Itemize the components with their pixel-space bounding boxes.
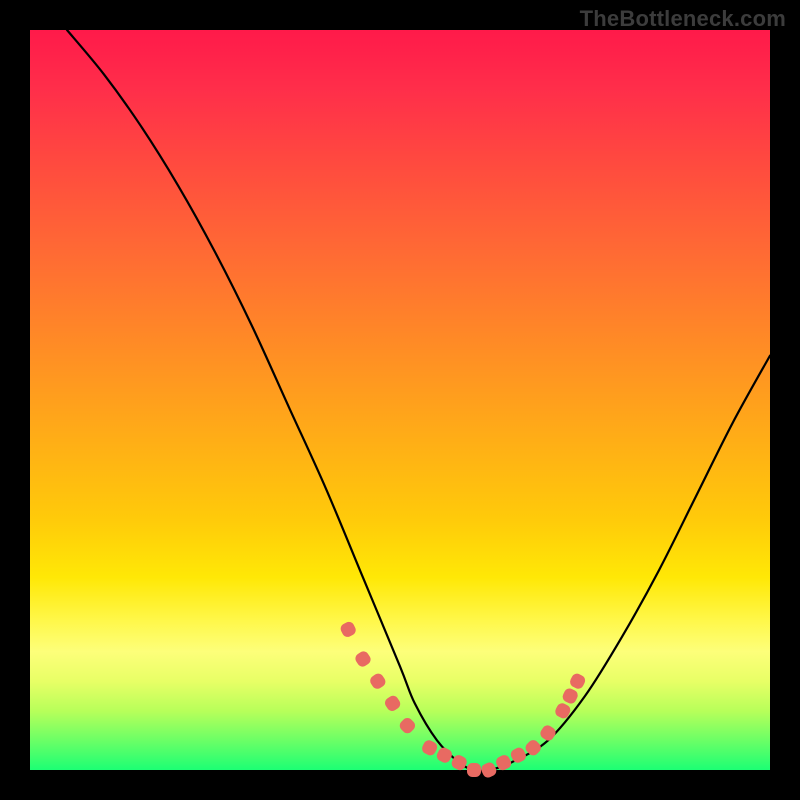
marker-point [421,739,438,756]
marker-point [369,672,387,690]
marker-point [384,694,402,712]
watermark-text: TheBottleneck.com [580,6,786,32]
marker-point [468,764,481,777]
marker-point [569,672,586,689]
marker-point [398,716,416,734]
marker-point [539,724,557,742]
bottleneck-curve [67,30,770,771]
marker-point [561,687,578,704]
curve-svg [30,30,770,770]
chart-frame: TheBottleneck.com [0,0,800,800]
marker-point [480,761,497,778]
highlighted-points [339,621,586,779]
plot-area [30,30,770,770]
marker-point [436,746,453,763]
marker-point [339,621,356,638]
marker-point [354,650,372,668]
